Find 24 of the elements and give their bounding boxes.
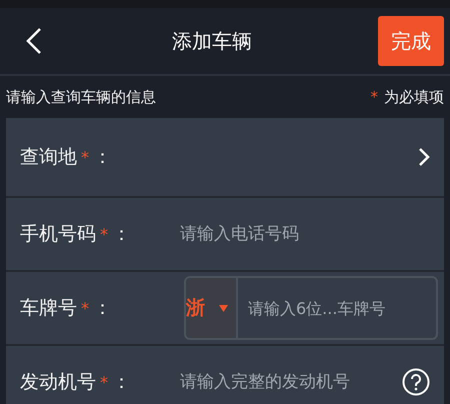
colon: ：	[112, 370, 131, 395]
required-mark: *	[81, 148, 89, 166]
done-button[interactable]: 完成	[378, 16, 444, 66]
required-mark: *	[100, 224, 108, 244]
required-note: 为必填项	[384, 88, 444, 106]
caret-icon	[219, 304, 228, 312]
field-label: 发动机号	[20, 370, 96, 395]
required-mark: *	[370, 88, 378, 106]
colon: ：	[93, 145, 112, 170]
colon: ：	[93, 296, 112, 321]
instruction-text: 请输入查询车辆的信息	[6, 88, 156, 106]
required-mark: *	[100, 372, 108, 392]
colon: ：	[112, 222, 131, 247]
chevron-right-icon[interactable]	[418, 147, 430, 167]
field-label: 查询地	[20, 145, 77, 170]
field-label: 手机号码	[20, 222, 96, 247]
phone-input[interactable]: 请输入电话号码	[180, 224, 430, 244]
required-mark: *	[81, 298, 89, 318]
page-title: 添加车辆	[172, 28, 252, 54]
province-dropdown[interactable]: 浙	[186, 278, 238, 338]
field-label: 车牌号	[20, 296, 77, 321]
engine-input[interactable]: 请输入完整的发动机号	[180, 372, 402, 392]
plate-input[interactable]: 请输入6位...车牌号	[248, 298, 448, 318]
help-icon[interactable]	[402, 368, 430, 396]
